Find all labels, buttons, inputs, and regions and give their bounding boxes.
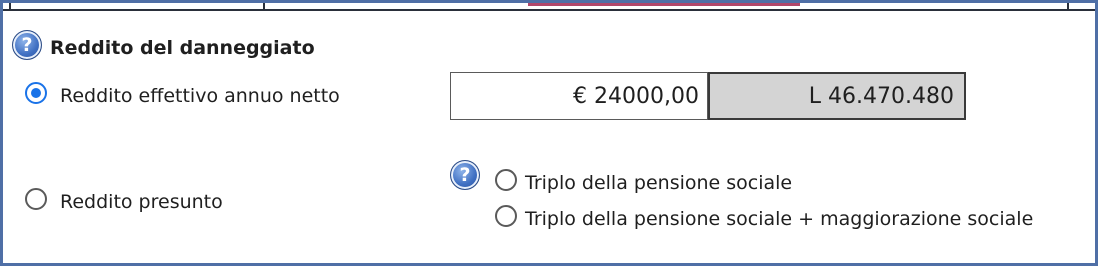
radio-label-triplo-pensione-maggiorazione: Triplo della pensione sociale + maggiora… (525, 208, 1034, 230)
lire-amount-readonly: L 46.470.480 (708, 72, 966, 120)
radio-label-reddito-effettivo: Reddito effettivo annuo netto (60, 85, 340, 107)
radio-label-triplo-pensione-sociale: Triplo della pensione sociale (525, 172, 793, 194)
top-border-strip (3, 3, 1095, 11)
help-icon[interactable]: ? (450, 160, 480, 190)
euro-amount-input[interactable]: € 24000,00 (450, 72, 708, 120)
strip-divider (263, 3, 265, 9)
strip-divider (9, 3, 11, 9)
radio-reddito-presunto[interactable] (25, 188, 47, 210)
radio-triplo-pensione-sociale[interactable] (495, 169, 517, 191)
radio-label-reddito-presunto: Reddito presunto (60, 191, 223, 213)
section-title: Reddito del danneggiato (50, 37, 315, 59)
strip-divider (1067, 3, 1069, 9)
radio-triplo-pensione-maggiorazione[interactable] (495, 205, 517, 227)
help-icon[interactable]: ? (12, 30, 42, 60)
radio-reddito-effettivo[interactable] (25, 82, 47, 104)
active-tab-indicator (528, 3, 800, 6)
